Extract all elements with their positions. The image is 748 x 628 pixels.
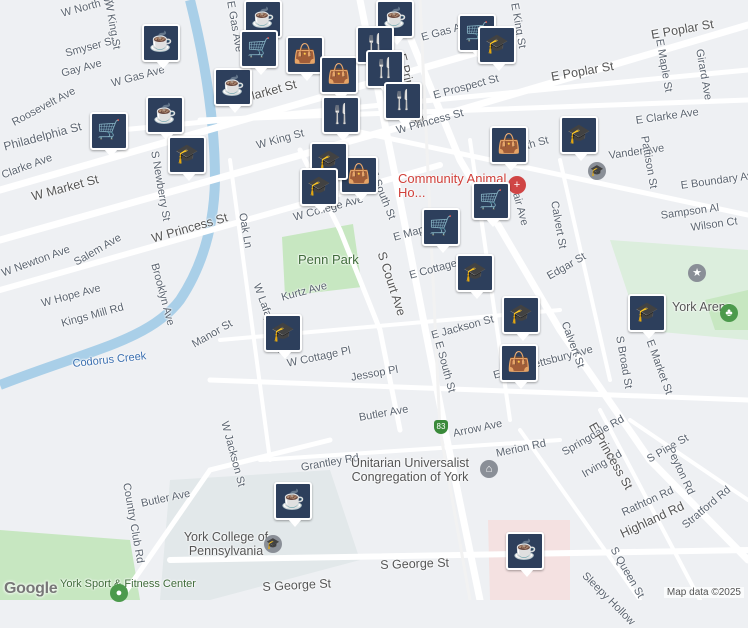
restaurant-marker[interactable]: 🍴	[384, 82, 422, 127]
cafe-marker[interactable]: ☕	[146, 96, 184, 141]
shop-marker[interactable]: 👜	[320, 56, 358, 101]
shopping-bag-icon: 👜	[293, 44, 317, 65]
school-marker[interactable]: 🎓	[502, 296, 540, 341]
graduation-cap-icon: 🎓	[567, 124, 591, 145]
coffee-icon: ☕	[153, 104, 177, 125]
shop-marker[interactable]: 👜	[500, 344, 538, 389]
coffee-icon: ☕	[513, 540, 537, 561]
map-attribution[interactable]: Map data ©2025	[663, 587, 744, 598]
restaurant-marker[interactable]: 🍴	[322, 96, 360, 141]
route-83-shield: 83	[434, 420, 448, 434]
grocery-marker[interactable]: 🛒	[422, 208, 460, 253]
shop-marker[interactable]: 👜	[286, 36, 324, 81]
arena-icon[interactable]: ★	[688, 264, 706, 282]
graduation-cap-icon: 🎓	[175, 144, 199, 165]
graduation-cap-icon: 🎓	[635, 302, 659, 323]
cafe-marker[interactable]: ☕	[506, 532, 544, 577]
school-marker[interactable]: 🎓	[168, 136, 206, 181]
graduation-cap-icon: 🎓	[485, 34, 509, 55]
landmark-icon: 🎓	[588, 162, 606, 180]
coffee-icon: ☕	[149, 32, 173, 53]
fork-knife-icon: 🍴	[329, 104, 353, 125]
fork-knife-icon: 🍴	[373, 58, 397, 79]
shop-marker[interactable]: 👜	[490, 126, 528, 171]
school-marker[interactable]: 🎓	[478, 26, 516, 71]
college-icon[interactable]: 🎓	[264, 535, 282, 553]
school-marker[interactable]: 🎓	[300, 168, 338, 213]
cart-icon: 🛒	[247, 38, 271, 59]
grocery-marker[interactable]: 🛒	[472, 182, 510, 227]
shopping-bag-icon: 👜	[507, 352, 531, 373]
college-label: York College of Pennsylvania	[183, 530, 269, 558]
church-label: Unitarian Universalist Congregation of Y…	[350, 456, 470, 484]
school-marker[interactable]: 🎓	[264, 314, 302, 359]
street-label: S George St	[380, 555, 450, 572]
park-icon: ♣	[720, 304, 738, 322]
sport-center-icon[interactable]: ●	[110, 584, 128, 602]
cafe-marker[interactable]: ☕	[142, 24, 180, 69]
google-logo[interactable]: Google	[4, 580, 58, 598]
cart-icon: 🛒	[479, 190, 503, 211]
grocery-marker[interactable]: 🛒	[240, 30, 278, 75]
hospital-pin-icon[interactable]: +	[508, 176, 526, 194]
cart-icon: 🛒	[429, 216, 453, 237]
school-marker[interactable]: 🎓	[628, 294, 666, 339]
shopping-bag-icon: 👜	[327, 64, 351, 85]
shopping-bag-icon: 👜	[497, 134, 521, 155]
graduation-cap-icon: 🎓	[463, 262, 487, 283]
school-marker[interactable]: 🎓	[560, 116, 598, 161]
graduation-cap-icon: 🎓	[509, 304, 533, 325]
cafe-marker[interactable]: ☕	[274, 482, 312, 527]
grocery-marker[interactable]: 🛒	[90, 112, 128, 157]
cart-icon: 🛒	[97, 120, 121, 141]
graduation-cap-icon: 🎓	[271, 322, 295, 343]
fork-knife-icon: 🍴	[391, 90, 415, 111]
park-label: Penn Park	[298, 252, 359, 267]
coffee-icon: ☕	[281, 490, 305, 511]
church-icon[interactable]: ⌂	[480, 460, 498, 478]
graduation-cap-icon: 🎓	[307, 176, 331, 197]
coffee-icon: ☕	[221, 76, 245, 97]
sport-center-label: York Sport & Fitness Center	[60, 578, 196, 590]
school-marker[interactable]: 🎓	[456, 254, 494, 299]
cafe-marker[interactable]: ☕	[214, 68, 252, 113]
